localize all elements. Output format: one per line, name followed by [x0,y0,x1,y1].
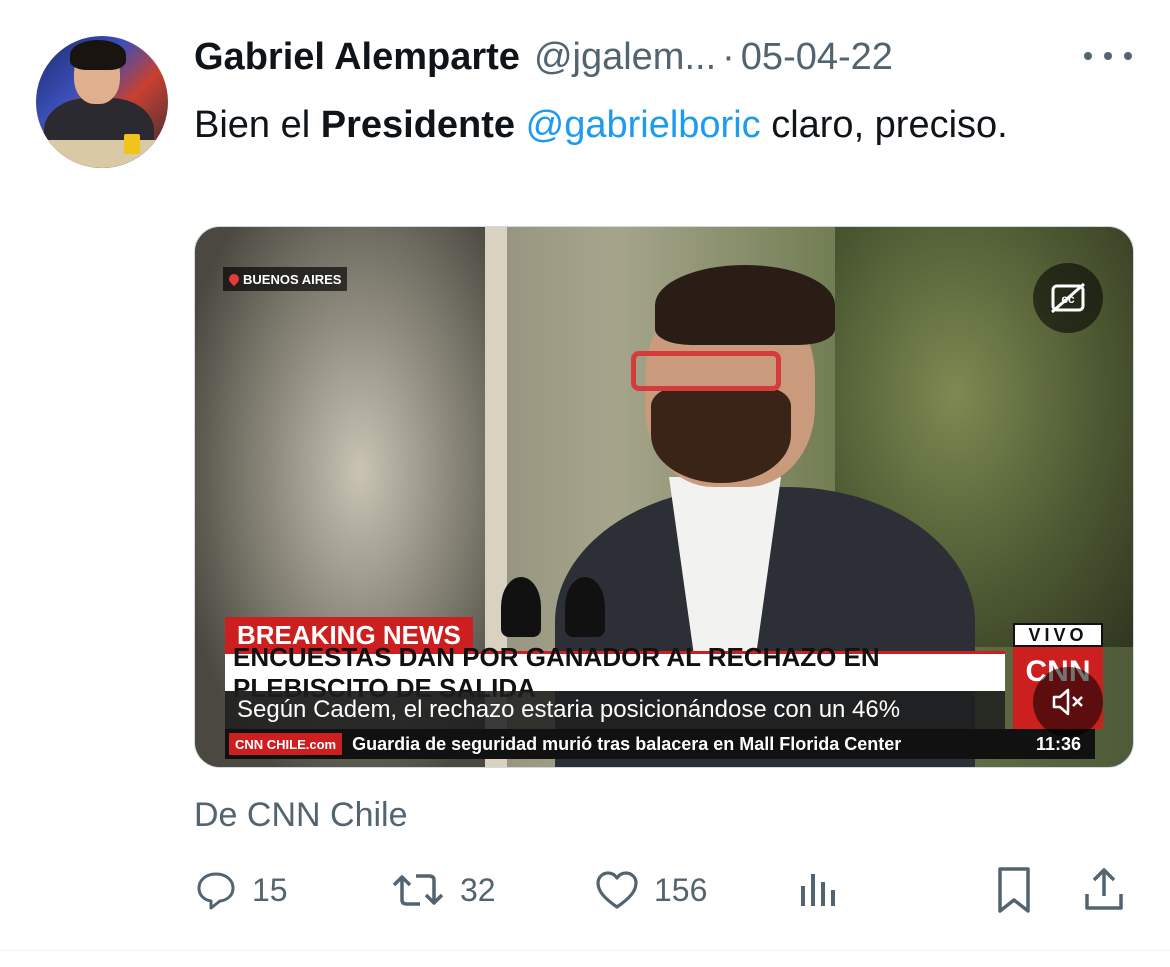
avatar-hair [70,40,126,70]
separator-dot: · [722,36,735,78]
video-player[interactable]: BUENOS AIRES cc BREAKING NEWS ENCUESTAS … [194,226,1134,768]
author-name[interactable]: Gabriel Alemparte [194,36,520,79]
location-tag: BUENOS AIRES [223,267,348,291]
more-dot [1104,52,1112,60]
action-bar: 15 32 156 [194,858,1134,922]
speaker-glasses [631,351,781,391]
reply-count: 15 [252,871,288,908]
speaker-hair [655,265,835,345]
views-button[interactable] [794,858,838,922]
more-dot [1124,52,1132,60]
mute-button[interactable] [1033,667,1103,737]
news-ticker: CNN CHILE.com Guardia de seguridad murió… [225,729,1095,759]
like-count: 156 [654,871,708,908]
retweet-icon [392,874,444,906]
author-handle[interactable]: @jgalem... [534,36,716,79]
tweet: Gabriel Alemparte @jgalem... · 05-04-22 … [0,0,1170,967]
share-icon [1085,868,1123,910]
share-button[interactable] [1082,858,1126,922]
retweet-count: 32 [460,871,496,908]
like-icon [596,871,638,909]
avatar-mug [124,134,140,154]
divider [0,950,1170,951]
broadcast-time: 11:36 [1035,733,1081,754]
reply-button[interactable]: 15 [194,858,288,922]
more-icon[interactable] [1084,44,1132,68]
avatar[interactable] [36,36,168,168]
news-subline: Según Cadem, el rechazo estaria posicion… [225,691,1005,729]
views-icon [801,874,835,906]
ticker-text: Guardia de seguridad murió tras balacera… [352,733,902,754]
bookmark-icon [998,867,1030,913]
avatar-desk [36,140,168,168]
tweet-header: Gabriel Alemparte @jgalem... · 05-04-22 [194,36,893,80]
ticker-logo: CNN CHILE.com [229,733,343,755]
source-label[interactable]: De CNN Chile [194,796,408,835]
tweet-date[interactable]: 05-04-22 [741,36,893,79]
closed-captions-button[interactable]: cc [1033,263,1103,333]
reply-icon [197,872,235,910]
location-pin-icon [226,271,242,287]
like-button[interactable]: 156 [594,858,707,922]
live-label: VIVO [1013,623,1103,647]
bookmark-button[interactable] [992,858,1036,922]
closed-captions-icon: cc [1051,282,1085,314]
location-label: BUENOS AIRES [243,271,342,287]
speaker-beard [651,387,791,483]
more-dot [1084,52,1092,60]
microphone [565,577,605,637]
retweet-button[interactable]: 32 [390,858,496,922]
tweet-text-before: Bien el [194,104,321,146]
microphone [501,577,541,637]
tweet-text-after: claro, preciso. [760,104,1008,146]
mute-icon [1052,688,1083,716]
tweet-text-bold: Presidente [320,104,516,146]
news-headline: ENCUESTAS DAN POR GANADOR AL RECHAZO EN … [225,642,1005,703]
mention-link[interactable]: @gabrielboric [526,104,761,146]
tweet-text: Bien el Presidente @gabrielboric claro, … [194,94,1094,156]
